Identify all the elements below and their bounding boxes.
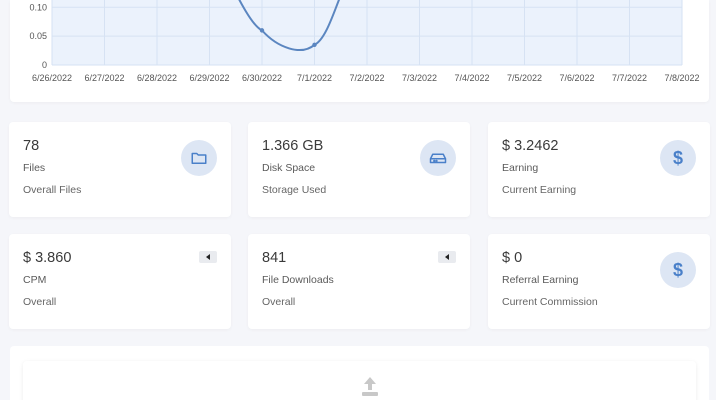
stat-sub: Overall	[23, 296, 57, 308]
x-tick-label: 7/2/2022	[349, 73, 384, 83]
x-tick-label: 6/29/2022	[189, 73, 229, 83]
stat-card-earning: $ 3.2462 Earning Current Earning $	[488, 122, 710, 217]
x-tick-label: 7/4/2022	[454, 73, 489, 83]
upload-dropzone[interactable]	[23, 361, 696, 400]
stat-sub: Current Earning	[502, 184, 577, 196]
stat-sub: Current Commission	[502, 296, 598, 308]
y-tick-label: 0.10	[29, 2, 47, 12]
dollar-icon: $	[660, 140, 696, 176]
caret-left-icon[interactable]	[438, 251, 456, 263]
stat-label: Earning	[502, 162, 539, 174]
stat-sub: Storage Used	[262, 184, 327, 196]
earnings-chart-card: 0 0.05 0.10 6/26/2022 6/27/2022 6/28/2022 6/29…	[10, 0, 709, 102]
x-tick-label: 7/6/2022	[559, 73, 594, 83]
y-tick-label: 0	[42, 60, 47, 70]
stat-card-cpm: $ 3.860 CPM Overall	[9, 234, 231, 329]
stat-value: 841	[262, 250, 287, 266]
stat-label: Files	[23, 162, 46, 174]
stat-card-disk-space: 1.366 GB Disk Space Storage Used	[248, 122, 470, 217]
x-tick-label: 7/7/2022	[612, 73, 647, 83]
stat-card-files: 78 Files Overall Files	[9, 122, 231, 217]
stat-label: Referral Earning	[502, 274, 579, 286]
upload-icon	[362, 377, 378, 396]
dollar-icon: $	[660, 252, 696, 288]
x-tick-label: 6/30/2022	[242, 73, 282, 83]
folder-icon	[181, 140, 217, 176]
caret-left-icon[interactable]	[199, 251, 217, 263]
data-point	[312, 42, 317, 48]
x-tick-label: 7/5/2022	[507, 73, 542, 83]
y-tick-label: 0.05	[29, 31, 47, 41]
x-tick-label: 6/27/2022	[84, 73, 124, 83]
stat-value: 78	[23, 138, 40, 154]
stat-label: CPM	[23, 274, 47, 286]
stat-value: 1.366 GB	[262, 138, 324, 154]
stat-card-referral-earning: $ 0 Referral Earning Current Commission …	[488, 234, 710, 329]
stat-value: $ 3.860	[23, 250, 72, 266]
x-tick-label: 6/28/2022	[137, 73, 177, 83]
stat-card-file-downloads: 841 File Downloads Overall	[248, 234, 470, 329]
stat-value: $ 0	[502, 250, 523, 266]
stat-value: $ 3.2462	[502, 138, 559, 154]
stat-sub: Overall Files	[23, 184, 82, 196]
stat-sub: Overall	[262, 296, 296, 308]
x-tick-label: 7/8/2022	[664, 73, 699, 83]
upload-section	[10, 346, 709, 400]
stat-label: Disk Space	[262, 162, 316, 174]
earnings-chart: 0 0.05 0.10 6/26/2022 6/27/2022 6/28/2022 6/29…	[29, 0, 700, 83]
data-point	[259, 28, 265, 33]
x-tick-label: 7/3/2022	[402, 73, 437, 83]
stat-label: File Downloads	[262, 274, 334, 286]
x-tick-label: 6/26/2022	[32, 73, 72, 83]
x-tick-label: 7/1/2022	[297, 73, 332, 83]
hard-drive-icon	[420, 140, 456, 176]
